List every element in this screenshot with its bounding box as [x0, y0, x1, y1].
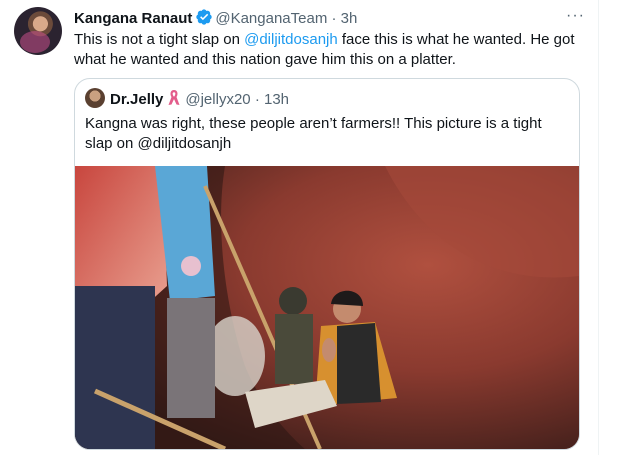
author-handle[interactable]: @KanganaTeam	[215, 10, 327, 27]
photo-scene	[75, 166, 579, 449]
quoted-mention: @diljitdosanjh	[137, 135, 232, 152]
quoted-time: 13h	[263, 91, 290, 108]
quoted-text: Kangna was right, these people aren’t fa…	[85, 114, 571, 154]
avatar[interactable]	[14, 7, 62, 55]
mention-link[interactable]: @diljitdosanjh	[244, 31, 338, 48]
separator-dot: ·	[331, 10, 337, 27]
verified-badge-icon	[195, 8, 213, 32]
ribbon-emoji-icon	[167, 89, 181, 113]
tweet-text: This is not a tight slap on @diljitdosan…	[74, 30, 579, 70]
tweet-time[interactable]: 3h	[341, 10, 358, 27]
quoted-separator-dot: ·	[254, 91, 260, 108]
quoted-author-name: Dr.Jelly	[110, 91, 164, 108]
quoted-author-handle: @jellyx20	[185, 91, 251, 108]
quoted-photo[interactable]	[75, 166, 579, 449]
more-options-icon[interactable]: ···	[566, 7, 585, 25]
quoted-header: Dr.Jelly @jellyx20 · 13h	[85, 88, 289, 113]
tweet-text-part1: This is not a tight slap on	[74, 31, 245, 48]
tweet-header: Kangana Ranaut @KanganaTeam · 3h	[74, 8, 357, 32]
quoted-avatar	[85, 88, 105, 108]
quoted-tweet[interactable]: Dr.Jelly @jellyx20 · 13h Kangna was right…	[74, 78, 580, 450]
tweet[interactable]: Kangana Ranaut @KanganaTeam · 3h ··· This…	[0, 0, 599, 455]
author-name[interactable]: Kangana Ranaut	[74, 10, 192, 27]
